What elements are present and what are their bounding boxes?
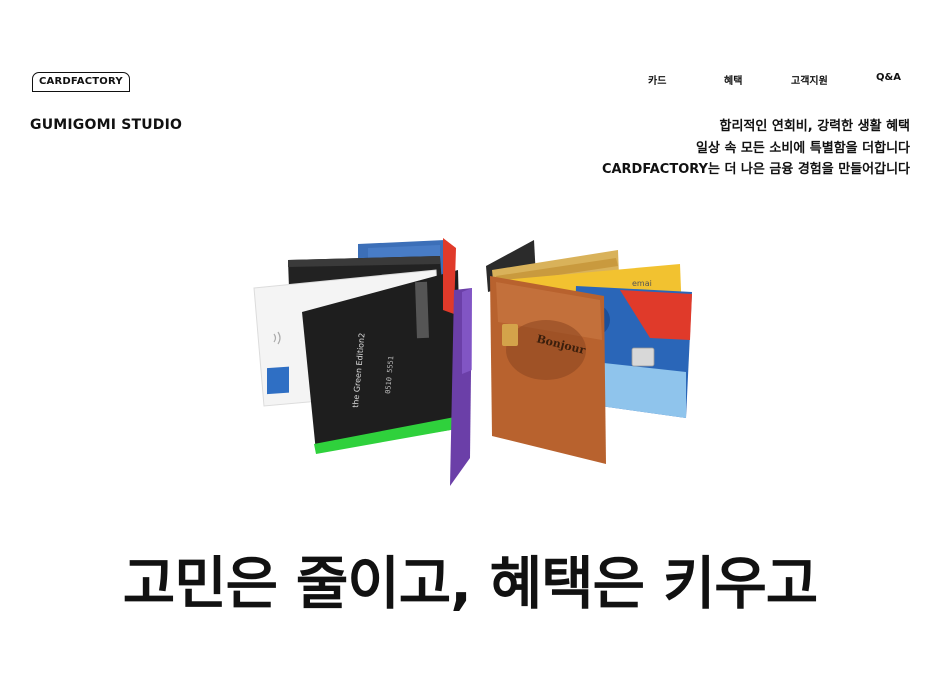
tagline-line-3: CARDFACTORY는 더 나은 금융 경험을 만들어갑니다 bbox=[601, 162, 910, 177]
tagline-line-1: 합리적인 연회비, 강력한 생활 혜택 bbox=[719, 119, 910, 134]
cardfactory-logo[interactable]: CARDFACTORY bbox=[32, 72, 130, 92]
nav-item-benefits[interactable]: 혜택 bbox=[724, 72, 742, 87]
card-fan-illustration: the Green Edition2 0510 5551 emai Bonjou… bbox=[253, 238, 692, 486]
main-nav: 카드 혜택 고객지원 Q&A bbox=[620, 72, 920, 87]
card-right-copper: Bonjour bbox=[490, 276, 606, 464]
chip-icon bbox=[631, 347, 655, 367]
hero-heading: 고민은 줄이고, 혜택은 키우고 bbox=[122, 551, 818, 617]
nav-item-qna[interactable]: Q&A bbox=[876, 72, 901, 83]
studio-name: GUMIGOMI STUDIO bbox=[30, 117, 183, 133]
card-email-label: emai bbox=[632, 279, 652, 288]
tagline-line-2: 일상 속 모든 소비에 특별함을 더합니다 bbox=[696, 140, 910, 156]
nav-item-support[interactable]: 고객지원 bbox=[791, 72, 828, 87]
nav-item-card[interactable]: 카드 bbox=[648, 72, 666, 87]
tagline: 합리적인 연회비, 강력한 생활 혜택 일상 속 모든 소비에 특별함을 더합니… bbox=[602, 116, 910, 181]
chip-icon bbox=[502, 324, 518, 346]
